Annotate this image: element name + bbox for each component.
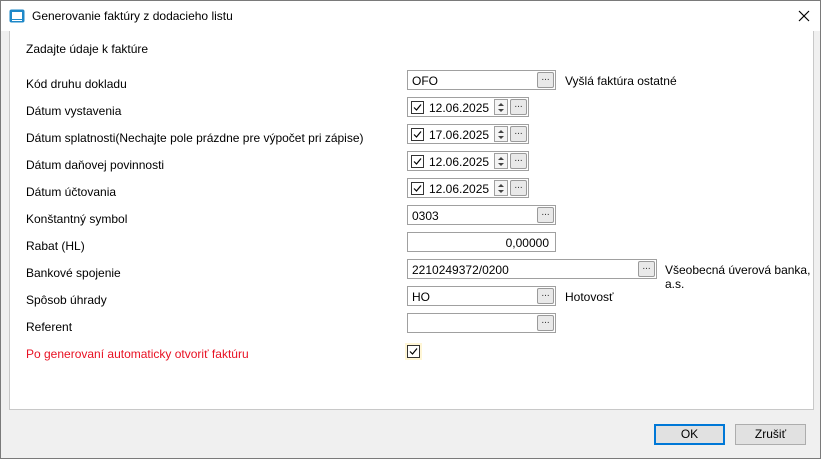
kod-druhu-desc: Vyšlá faktúra ostatné (565, 74, 677, 88)
spin-down-icon[interactable] (498, 190, 504, 193)
konstantny-symbol-label: Konštantný symbol (26, 212, 128, 226)
konstantny-symbol-browse-button[interactable]: ... (537, 207, 554, 223)
datum-vystavenia-value: 12.06.2025 (429, 101, 490, 115)
datum-danovej-picker[interactable]: 12.06.2025 ... (407, 151, 529, 171)
checkmark-icon (413, 185, 422, 192)
datum-vystavenia-picker[interactable]: 12.06.2025 ... (407, 97, 529, 117)
datum-splatnosti-browse-button[interactable]: ... (510, 126, 527, 142)
spin-up-icon[interactable] (498, 130, 504, 133)
datum-uctovania-picker[interactable]: 12.06.2025 ... (407, 178, 529, 198)
rabat-input[interactable]: 0,00000 (407, 232, 556, 252)
dialog-window: Generovanie faktúry z dodacieho listu Za… (0, 0, 821, 459)
datum-splatnosti-value: 17.06.2025 (429, 128, 490, 142)
bankove-spojenie-desc: Všeobecná úverová banka, a.s. (665, 263, 811, 291)
datum-vystavenia-browse-button[interactable]: ... (510, 99, 527, 115)
datum-splatnosti-label: Dátum splatnosti(Nechajte pole prázdne p… (26, 131, 364, 145)
datum-danovej-spinner[interactable] (494, 153, 508, 169)
datum-vystavenia-spinner[interactable] (494, 99, 508, 115)
ok-button[interactable]: OK (654, 424, 725, 445)
bankove-spojenie-browse-button[interactable]: ... (638, 261, 655, 277)
referent-field[interactable]: ... (407, 313, 556, 333)
rabat-label: Rabat (HL) (26, 239, 85, 253)
cancel-button[interactable]: Zrušiť (735, 424, 806, 445)
datum-uctovania-value: 12.06.2025 (429, 182, 490, 196)
checkmark-icon (413, 131, 422, 138)
datum-danovej-checkbox[interactable] (411, 155, 424, 168)
datum-splatnosti-checkbox[interactable] (411, 128, 424, 141)
intro-text: Zadajte údaje k faktúre (26, 42, 149, 56)
referent-label: Referent (26, 320, 73, 334)
window-title: Generovanie faktúry z dodacieho listu (32, 9, 233, 23)
spin-up-icon[interactable] (498, 184, 504, 187)
close-button[interactable] (792, 6, 816, 26)
konstantny-symbol-value: 0303 (412, 209, 439, 223)
app-window-icon (9, 8, 25, 24)
checkmark-icon (413, 104, 422, 111)
spin-down-icon[interactable] (498, 136, 504, 139)
datum-danovej-label: Dátum daňovej povinnosti (26, 158, 165, 172)
sposob-uhrady-desc: Hotovosť (565, 290, 614, 304)
form-panel: Zadajte údaje k faktúre Kód druhu doklad… (9, 31, 814, 410)
spin-down-icon[interactable] (498, 109, 504, 112)
datum-uctovania-browse-button[interactable]: ... (510, 180, 527, 196)
title-bar: Generovanie faktúry z dodacieho listu (1, 1, 820, 31)
kod-druhu-value: OFO (412, 74, 438, 88)
close-icon (798, 10, 810, 22)
bankove-spojenie-value: 2210249372/0200 (412, 263, 509, 277)
datum-vystavenia-label: Dátum vystavenia (26, 104, 122, 118)
bankove-spojenie-label: Bankové spojenie (26, 266, 121, 280)
spin-up-icon[interactable] (498, 103, 504, 106)
konstantny-symbol-field[interactable]: 0303 ... (407, 205, 556, 225)
auto-open-checkbox[interactable] (407, 345, 420, 358)
kod-druhu-browse-button[interactable]: ... (537, 72, 554, 88)
sposob-uhrady-browse-button[interactable]: ... (537, 288, 554, 304)
bankove-spojenie-field[interactable]: 2210249372/0200 ... (407, 259, 657, 279)
checkmark-icon (409, 348, 418, 355)
datum-danovej-browse-button[interactable]: ... (510, 153, 527, 169)
kod-druhu-label: Kód druhu dokladu (26, 77, 127, 91)
auto-open-checkbox-area[interactable] (405, 343, 422, 360)
kod-druhu-field[interactable]: OFO ... (407, 70, 556, 90)
sposob-uhrady-field[interactable]: HO ... (407, 286, 556, 306)
referent-browse-button[interactable]: ... (537, 315, 554, 331)
datum-uctovania-label: Dátum účtovania (26, 185, 117, 199)
auto-open-label: Po generovaní automaticky otvoriť faktúr… (26, 347, 249, 361)
rabat-value: 0,00000 (505, 236, 549, 250)
spin-down-icon[interactable] (498, 163, 504, 166)
checkmark-icon (413, 158, 422, 165)
spin-up-icon[interactable] (498, 157, 504, 160)
sposob-uhrady-value: HO (412, 290, 430, 304)
sposob-uhrady-label: Spôsob úhrady (26, 293, 107, 307)
datum-splatnosti-spinner[interactable] (494, 126, 508, 142)
datum-splatnosti-picker[interactable]: 17.06.2025 ... (407, 124, 529, 144)
datum-uctovania-spinner[interactable] (494, 180, 508, 196)
datum-danovej-value: 12.06.2025 (429, 155, 490, 169)
datum-uctovania-checkbox[interactable] (411, 182, 424, 195)
datum-vystavenia-checkbox[interactable] (411, 101, 424, 114)
